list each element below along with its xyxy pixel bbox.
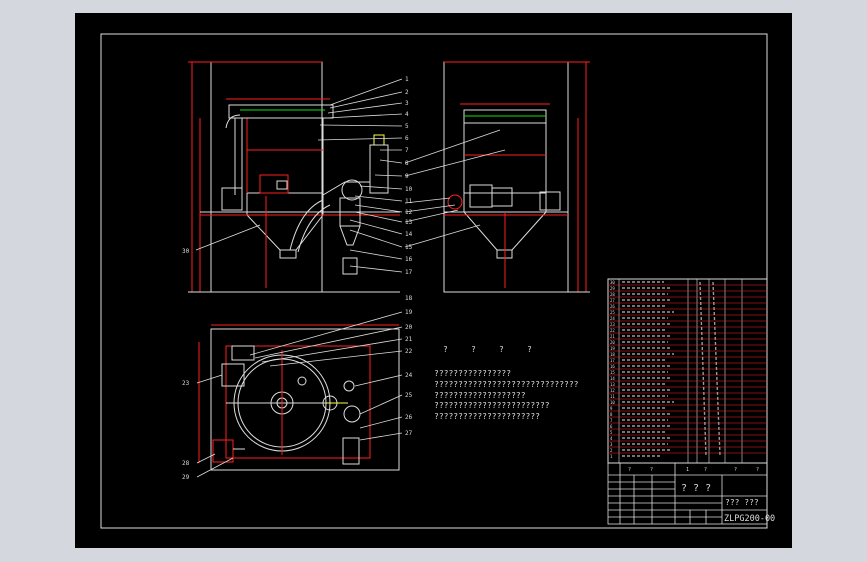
drawing-number: ZLPG200-00	[724, 514, 775, 524]
callout-20: 20	[405, 324, 413, 331]
callout-22: 22	[405, 348, 413, 355]
callout-26: 26	[405, 414, 413, 421]
callout-28: 28	[182, 460, 190, 467]
callout-2: 2	[405, 89, 409, 96]
tech-heading-1: ?	[443, 345, 448, 354]
bom-no: 12	[610, 388, 615, 393]
tech-heading-3: ?	[499, 345, 504, 354]
callout-25: 25	[405, 392, 413, 399]
tech-heading-4: ?	[527, 345, 532, 354]
callout-10: 10	[405, 186, 413, 193]
bom-no: 28	[610, 292, 615, 297]
bom-no: 30	[610, 280, 615, 285]
title-mark: ?	[756, 467, 759, 473]
callout-3: 3	[405, 100, 409, 107]
bom-no: 27	[610, 298, 615, 303]
bom-no: 14	[610, 376, 615, 381]
drawing-sheet	[75, 13, 792, 548]
callout-27: 27	[405, 430, 413, 437]
bom-no: 17	[610, 358, 615, 363]
callout-6: 6	[405, 135, 409, 142]
callout-5: 5	[405, 123, 409, 130]
bom-no: 24	[610, 316, 615, 321]
bom-no: 16	[610, 364, 615, 369]
bom-no: 21	[610, 334, 615, 339]
title-mark: ?	[628, 467, 631, 473]
callout-19: 19	[405, 309, 413, 316]
callout-9: 9	[405, 173, 409, 180]
callout-14: 14	[405, 231, 413, 238]
callout-12: 12	[405, 209, 413, 216]
callout-8: 8	[405, 160, 409, 167]
tech-heading-2: ?	[471, 345, 476, 354]
callout-30: 30	[182, 248, 190, 255]
title-mark: ?	[704, 467, 707, 473]
callout-29: 29	[182, 474, 190, 481]
callout-23: 23	[182, 380, 190, 387]
callout-24: 24	[405, 372, 413, 379]
bom-no: 10	[610, 400, 615, 405]
callout-13: 13	[405, 219, 413, 226]
callout-16: 16	[405, 256, 413, 263]
callout-18: 18	[405, 295, 413, 302]
callout-11: 11	[405, 198, 413, 205]
drawing-canvas: 1 2 3 4 5 6 7 8 9 10 11 12 13 14 15 16 1…	[0, 0, 867, 562]
bom-no: 26	[610, 304, 615, 309]
bom-no: 22	[610, 328, 615, 333]
title-mark: ?	[734, 467, 737, 473]
bom-no: 11	[610, 394, 615, 399]
callout-4: 4	[405, 111, 409, 118]
bom-no: 19	[610, 346, 615, 351]
tech-line-5: ??????????????????????	[434, 412, 540, 421]
bom-no: 20	[610, 340, 615, 345]
bom-no: 18	[610, 352, 615, 357]
tech-line-1: ????????????????	[434, 369, 511, 378]
drawing-name: ??? ???	[725, 498, 759, 507]
bom-no: 25	[610, 310, 615, 315]
tech-line-2: ??????????????????????????????	[434, 380, 579, 389]
bom-no: 13	[610, 382, 615, 387]
bom-no: 23	[610, 322, 615, 327]
bom-no: 15	[610, 370, 615, 375]
drawing-title: ? ? ?	[681, 483, 711, 494]
callout-7: 7	[405, 147, 409, 154]
tech-line-4: ????????????????????????	[434, 401, 550, 410]
callout-21: 21	[405, 336, 413, 343]
tech-line-3: ???????????????????	[434, 391, 526, 400]
bom-no: 29	[610, 286, 615, 291]
title-mark: ?	[650, 467, 653, 473]
title-mark: 1	[686, 467, 689, 473]
callout-17: 17	[405, 269, 413, 276]
callout-1: 1	[405, 76, 409, 83]
